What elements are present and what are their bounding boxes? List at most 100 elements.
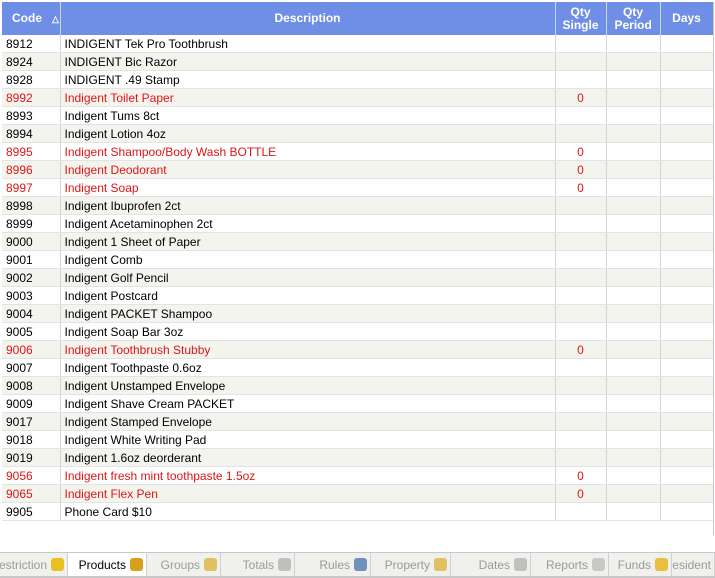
cell-days [660, 376, 713, 395]
tab-rules[interactable]: Rules [295, 553, 371, 576]
cell-qty-single [555, 412, 607, 431]
table-row[interactable]: 9001 Indigent Comb [2, 250, 713, 269]
cell-description: Indigent Flex Pen [60, 484, 556, 503]
cell-code: 8998 [2, 196, 61, 215]
table-row[interactable]: 9019 Indigent 1.6oz deorderant [2, 448, 713, 467]
table-row[interactable]: 9006 Indigent Toothbrush Stubby 0 [2, 340, 713, 359]
cell-qty-period [606, 448, 661, 467]
cell-days [660, 430, 713, 449]
cell-qty-period [606, 52, 661, 71]
cell-code: 9065 [2, 484, 61, 503]
cell-qty-single [555, 250, 607, 269]
table-row[interactable]: 9002 Indigent Golf Pencil [2, 268, 713, 287]
cell-description: Indigent Toilet Paper [60, 88, 556, 107]
table-row[interactable]: 9004 Indigent PACKET Shampoo [2, 304, 713, 323]
report-icon [592, 558, 605, 571]
cell-days [660, 466, 713, 485]
cell-qty-single [555, 196, 607, 215]
tab-funds[interactable]: Funds [609, 553, 672, 576]
cell-description: Indigent Comb [60, 250, 556, 269]
cell-qty-single [555, 394, 607, 413]
cell-qty-period [606, 106, 661, 125]
cell-qty-period [606, 412, 661, 431]
cell-description: Indigent Stamped Envelope [60, 412, 556, 431]
tab-groups[interactable]: Groups [147, 553, 221, 576]
table-row[interactable]: 9000 Indigent 1 Sheet of Paper [2, 232, 713, 251]
cell-days [660, 448, 713, 467]
cell-description: Indigent PACKET Shampoo [60, 304, 556, 323]
table-row[interactable]: 8992 Indigent Toilet Paper 0 [2, 88, 713, 107]
cell-qty-period [606, 340, 661, 359]
table-row[interactable]: 8928 INDIGENT .49 Stamp [2, 70, 713, 89]
cell-qty-single [555, 448, 607, 467]
table-row[interactable]: 8998 Indigent Ibuprofen 2ct [2, 196, 713, 215]
tab-products[interactable]: Products [68, 553, 147, 576]
cell-days [660, 502, 713, 521]
cell-qty-period [606, 88, 661, 107]
cell-qty-single: 0 [555, 142, 607, 161]
cell-description: Phone Card $10 [60, 502, 556, 521]
cell-qty-period [606, 484, 661, 503]
tab-label: Groups [160, 557, 200, 572]
column-header-days[interactable]: Days [660, 2, 713, 35]
warning-icon [51, 558, 64, 571]
products-grid: Code △ Description Qty Single Qty Period … [2, 2, 714, 535]
box-icon [130, 558, 143, 571]
cell-code: 8928 [2, 70, 61, 89]
column-header-qty-period[interactable]: Qty Period [606, 2, 661, 35]
tab-property[interactable]: Property [371, 553, 451, 576]
table-row[interactable]: 8994 Indigent Lotion 4oz [2, 124, 713, 143]
tab-totals[interactable]: Totals [221, 553, 295, 576]
table-row[interactable]: 8999 Indigent Acetaminophen 2ct [2, 214, 713, 233]
table-row[interactable]: 9905 Phone Card $10 [2, 502, 713, 521]
cell-code: 9007 [2, 358, 61, 377]
table-row[interactable]: 9008 Indigent Unstamped Envelope [2, 376, 713, 395]
cell-days [660, 106, 713, 125]
cell-qty-period [606, 376, 661, 395]
tab-restriction[interactable]: Restriction [0, 553, 68, 576]
table-row[interactable]: 9005 Indigent Soap Bar 3oz [2, 322, 713, 341]
tab-reports[interactable]: Reports [531, 553, 609, 576]
table-row[interactable]: 8912 INDIGENT Tek Pro Toothbrush [2, 35, 713, 53]
table-row[interactable]: 9017 Indigent Stamped Envelope [2, 412, 713, 431]
coin-icon [655, 558, 668, 571]
cell-qty-period [606, 160, 661, 179]
cell-code: 8995 [2, 142, 61, 161]
column-header-code[interactable]: Code △ [2, 2, 61, 35]
table-row[interactable]: 8995 Indigent Shampoo/Body Wash BOTTLE 0 [2, 142, 713, 161]
table-header-row: Code △ Description Qty Single Qty Period … [2, 2, 713, 35]
cell-code: 9000 [2, 232, 61, 251]
column-header-qty-single[interactable]: Qty Single [555, 2, 607, 35]
cell-code: 8997 [2, 178, 61, 197]
cell-qty-single [555, 124, 607, 143]
cell-description: INDIGENT .49 Stamp [60, 70, 556, 89]
table-row[interactable]: 8997 Indigent Soap 0 [2, 178, 713, 197]
cell-description: Indigent Lotion 4oz [60, 124, 556, 143]
cell-description: Indigent Acetaminophen 2ct [60, 214, 556, 233]
table-row[interactable]: 9009 Indigent Shave Cream PACKET [2, 394, 713, 413]
rules-icon [354, 558, 367, 571]
column-header-description[interactable]: Description [60, 2, 556, 35]
table-row[interactable]: 8993 Indigent Tums 8ct [2, 106, 713, 125]
cell-description: Indigent Unstamped Envelope [60, 376, 556, 395]
table-row[interactable]: 9056 Indigent fresh mint toothpaste 1.5oz… [2, 466, 713, 485]
tab-dates[interactable]: Dates [451, 553, 531, 576]
tab-resident[interactable]: Resident [672, 553, 715, 576]
tab-label: Resident [672, 557, 711, 572]
table-row[interactable]: 8996 Indigent Deodorant 0 [2, 160, 713, 179]
cell-qty-single [555, 268, 607, 287]
table-row[interactable]: 9003 Indigent Postcard [2, 286, 713, 305]
cell-days [660, 35, 713, 53]
tab-label: Restriction [0, 557, 47, 572]
cell-days [660, 286, 713, 305]
cell-qty-period [606, 466, 661, 485]
table-row[interactable]: 9065 Indigent Flex Pen 0 [2, 484, 713, 503]
table-row[interactable]: 9007 Indigent Toothpaste 0.6oz [2, 358, 713, 377]
cell-qty-period [606, 322, 661, 341]
cell-description: Indigent fresh mint toothpaste 1.5oz [60, 466, 556, 485]
calendar-icon [514, 558, 527, 571]
table-row[interactable]: 9018 Indigent White Writing Pad [2, 430, 713, 449]
table-row[interactable]: 8924 INDIGENT Bic Razor [2, 52, 713, 71]
cell-qty-single [555, 70, 607, 89]
cell-code: 9004 [2, 304, 61, 323]
